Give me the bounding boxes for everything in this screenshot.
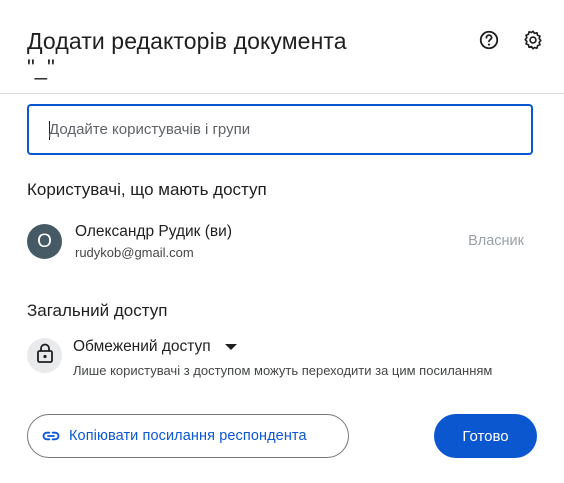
dialog-subtitle: "_" — [27, 55, 55, 80]
done-button[interactable]: Готово — [434, 414, 537, 458]
general-access-description: Лише користувачі з доступом можуть перех… — [73, 363, 493, 378]
copy-link-button[interactable]: Копіювати посилання респондента — [27, 414, 349, 458]
general-access-value: Обмежений доступ — [73, 338, 211, 355]
avatar: О — [27, 224, 62, 259]
general-access-heading: Загальний доступ — [27, 301, 168, 320]
lock-icon-container — [27, 338, 62, 373]
add-people-field[interactable] — [27, 104, 533, 155]
user-name: Олександр Рудик (ви) — [75, 223, 232, 240]
general-access-select[interactable]: Обмежений доступ — [73, 336, 237, 358]
help-button[interactable] — [475, 28, 503, 56]
settings-button[interactable] — [519, 28, 547, 56]
link-icon — [41, 426, 61, 446]
add-people-input[interactable] — [49, 106, 509, 153]
lock-icon — [36, 343, 54, 368]
help-circle-icon — [478, 29, 500, 56]
dropdown-arrow-icon — [224, 344, 237, 350]
dialog-title: Додати редакторів документа — [27, 28, 347, 54]
gear-icon — [522, 29, 544, 56]
users-with-access-heading: Користувачі, що мають доступ — [27, 180, 267, 199]
share-dialog: Додати редакторів документа "_" Користув… — [0, 0, 564, 483]
user-role: Власник — [468, 233, 524, 249]
header-divider — [0, 93, 564, 94]
copy-link-label: Копіювати посилання респондента — [69, 428, 307, 444]
user-email: rudykob@gmail.com — [75, 245, 194, 260]
